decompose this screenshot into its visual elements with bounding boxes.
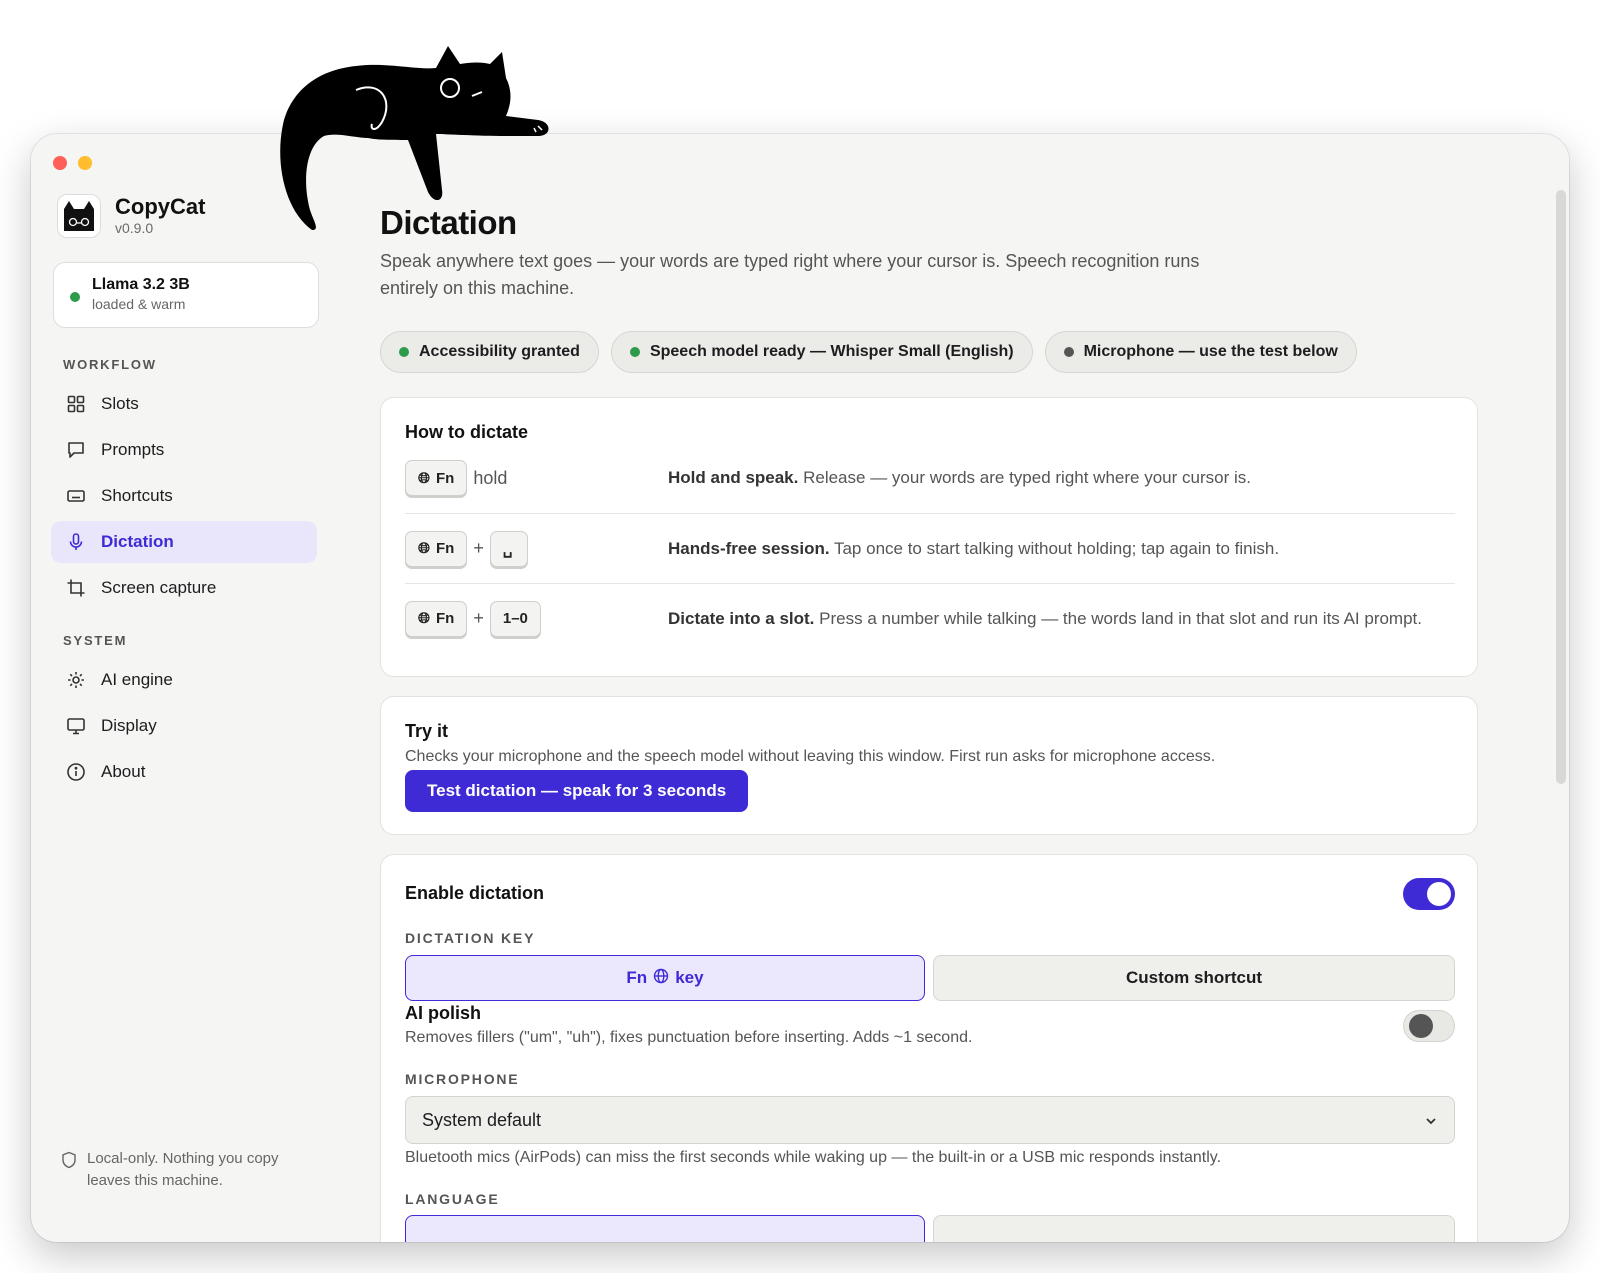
- privacy-note: Local-only. Nothing you copy leaves this…: [61, 1148, 321, 1192]
- key-combo: 🌐︎ Fn hold: [405, 460, 668, 496]
- page-subtitle: Speak anywhere text goes — your words ar…: [380, 251, 1200, 298]
- how-description: Hold and speak. Release — your words are…: [668, 468, 1251, 487]
- hold-label: hold: [473, 467, 508, 488]
- privacy-note-text: Local-only. Nothing you copy leaves this…: [87, 1150, 279, 1189]
- globe-icon: 🌐︎: [418, 540, 431, 557]
- how-to-card: How to dictate 🌐︎ Fn hold Hold and speak.…: [380, 397, 1478, 677]
- how-row-slot: 🌐︎ Fn + 1–0 Dictate into a slot. Press a …: [405, 583, 1455, 653]
- microphone-label: MICROPHONE: [405, 1071, 520, 1087]
- app-version: v0.9.0: [115, 220, 154, 236]
- space-key: ␣: [489, 530, 528, 567]
- main-content: Dictation Speak anywhere text goes — you…: [380, 134, 1480, 1242]
- keyboard-icon: [65, 485, 87, 507]
- scrollbar[interactable]: [1556, 190, 1566, 784]
- enable-dictation-label: Enable dictation: [405, 883, 545, 903]
- sidebar-item-about[interactable]: About: [51, 751, 317, 793]
- sidebar-item-label: Prompts: [101, 440, 165, 459]
- sidebar-item-label: About: [101, 762, 146, 781]
- section-label-system: SYSTEM: [63, 633, 128, 648]
- sidebar-item-prompts[interactable]: Prompts: [51, 429, 317, 471]
- cat-mascot-icon: [280, 46, 549, 230]
- model-status-dot: [70, 292, 80, 302]
- microphone-icon: [65, 531, 87, 553]
- plus-sign: +: [473, 608, 484, 628]
- key-combo: 🌐︎ Fn + ␣: [405, 530, 668, 567]
- sidebar-item-label: Slots: [101, 394, 139, 413]
- sidebar-item-slots[interactable]: Slots: [51, 383, 317, 425]
- ai-polish-toggle[interactable]: [1403, 1010, 1455, 1042]
- how-row-hold: 🌐︎ Fn hold Hold and speak. Release — your…: [405, 443, 1455, 513]
- key-combo: 🌐︎ Fn + 1–0: [405, 600, 668, 637]
- how-row-handsfree: 🌐︎ Fn + ␣ Hands-free session. Tap once to…: [405, 513, 1455, 583]
- toggle-knob: [1409, 1014, 1433, 1038]
- brand: CopyCat v0.9.0: [57, 194, 205, 238]
- settings-card: Enable dictation DICTATION KEY Fn key Cu…: [380, 854, 1478, 1242]
- status-pill-speech-model: Speech model ready — Whisper Small (Engl…: [610, 331, 1033, 373]
- status-dot: [629, 347, 640, 357]
- how-to-title: How to dictate: [405, 422, 529, 442]
- sidebar-item-screen-capture[interactable]: Screen capture: [51, 567, 317, 609]
- sidebar-item-display[interactable]: Display: [51, 705, 317, 747]
- shield-icon: [61, 1148, 77, 1192]
- fn-key: 🌐︎ Fn: [405, 460, 468, 496]
- microphone-help: Bluetooth mics (AirPods) can miss the fi…: [405, 1149, 1222, 1166]
- sidebar: CopyCat v0.9.0 Llama 3.2 3B loaded & war…: [31, 134, 361, 1242]
- toggle-knob: [1427, 882, 1451, 906]
- status-pill-label: Microphone — use the test below: [1083, 343, 1338, 360]
- how-description: Hands-free session. Tap once to start ta…: [668, 538, 1280, 558]
- try-it-subtitle: Checks your microphone and the speech mo…: [405, 748, 1216, 765]
- fn-key-option[interactable]: Fn key: [405, 955, 925, 1001]
- grid-icon: [65, 393, 87, 415]
- sparkle-icon: [65, 669, 87, 691]
- ai-polish-description: Removes fillers ("um", "uh"), fixes punc…: [405, 1029, 973, 1046]
- test-dictation-button[interactable]: Test dictation — speak for 3 seconds: [405, 770, 749, 812]
- globe-icon: 🌐︎: [418, 610, 431, 627]
- language-option-secondary[interactable]: [933, 1215, 1455, 1242]
- status-dot: [399, 347, 409, 357]
- status-pill-accessibility: Accessibility granted: [380, 331, 599, 373]
- status-pills: Accessibility granted Speech model ready…: [380, 331, 1357, 373]
- info-icon: [65, 761, 87, 783]
- app-logo-icon: [57, 194, 101, 238]
- fn-key: 🌐︎ Fn: [405, 530, 468, 567]
- globe-icon: [653, 968, 669, 989]
- fn-key: 🌐︎ Fn: [405, 600, 468, 637]
- try-it-card: Try it Checks your microphone and the sp…: [380, 696, 1478, 835]
- model-state: loaded & warm: [92, 296, 186, 312]
- sidebar-item-label: Display: [101, 716, 157, 735]
- microphone-select[interactable]: System default: [405, 1096, 1455, 1144]
- how-description: Dictate into a slot. Press a number whil…: [668, 608, 1422, 628]
- section-label-workflow: WORKFLOW: [63, 357, 157, 372]
- app-name: CopyCat: [115, 194, 206, 219]
- globe-icon: 🌐︎: [418, 469, 431, 487]
- microphone-select-value: System default: [422, 1109, 542, 1130]
- sidebar-item-label: Screen capture: [101, 578, 217, 597]
- status-pill-microphone: Microphone — use the test below: [1044, 331, 1357, 373]
- enable-dictation-toggle[interactable]: [1403, 878, 1455, 910]
- status-dot: [1063, 347, 1074, 357]
- chat-bubble-icon: [65, 439, 87, 461]
- sidebar-item-label: Dictation: [101, 532, 174, 551]
- try-it-title: Try it: [405, 721, 449, 741]
- ai-polish-label: AI polish: [405, 1003, 481, 1023]
- sidebar-item-shortcuts[interactable]: Shortcuts: [51, 475, 317, 517]
- custom-shortcut-option[interactable]: Custom shortcut: [933, 955, 1455, 1001]
- model-status-card[interactable]: Llama 3.2 3B loaded & warm: [53, 262, 319, 328]
- number-keys: 1–0: [489, 600, 541, 637]
- language-option-primary[interactable]: [405, 1215, 925, 1242]
- app-window: CopyCat v0.9.0 Llama 3.2 3B loaded & war…: [31, 134, 1569, 1242]
- chevron-down-icon: [1424, 1110, 1438, 1131]
- sidebar-item-ai-engine[interactable]: AI engine: [51, 659, 317, 701]
- monitor-icon: [65, 715, 87, 737]
- model-name: Llama 3.2 3B: [92, 276, 190, 293]
- status-pill-label: Speech model ready — Whisper Small (Engl…: [649, 343, 1014, 360]
- crop-icon: [65, 577, 87, 599]
- plus-sign: +: [473, 538, 484, 558]
- language-label: LANGUAGE: [405, 1191, 500, 1207]
- sidebar-item-label: AI engine: [101, 670, 173, 689]
- status-pill-label: Accessibility granted: [419, 343, 580, 360]
- sidebar-item-dictation[interactable]: Dictation: [51, 521, 317, 563]
- dictation-key-label: DICTATION KEY: [405, 930, 536, 946]
- sidebar-item-label: Shortcuts: [101, 486, 173, 505]
